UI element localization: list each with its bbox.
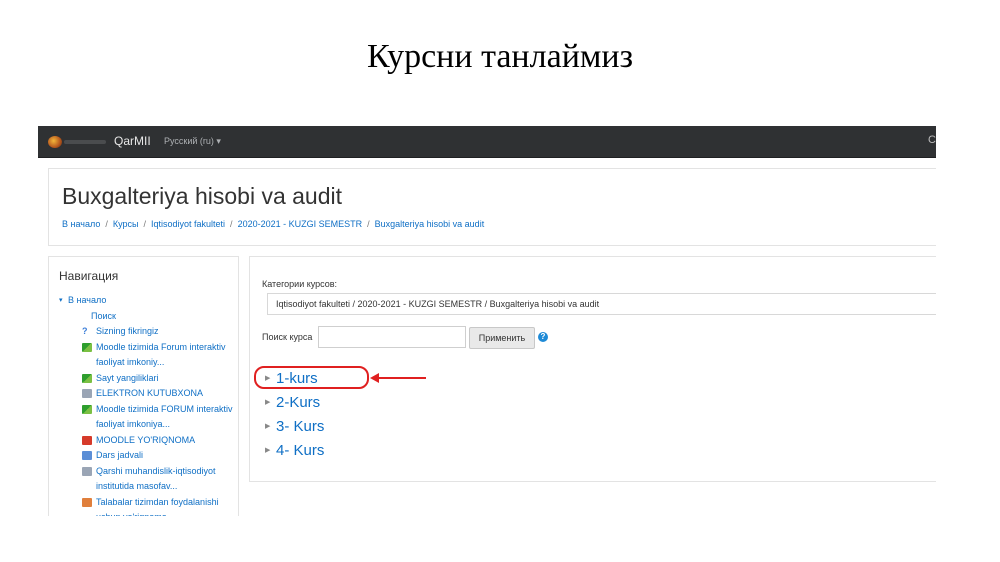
page-title: Buxgalteriya hisobi va audit — [62, 183, 342, 209]
moodle-screenshot: QarMII Русский (ru) ▾ C Buxgalteriya his… — [38, 126, 936, 516]
file-icon — [82, 389, 92, 398]
navigation-list: ▾ В начало Поиск ? Sizning fikringiz Moo… — [59, 293, 235, 516]
breadcrumb-home[interactable]: В начало — [62, 219, 100, 229]
nav-item-forum-2[interactable]: Moodle tizimida FORUM interaktiv faoliya… — [59, 402, 235, 433]
site-logo[interactable] — [48, 135, 106, 149]
category-label: Категории курсов: — [262, 279, 338, 289]
navigation-block: Навигация ▾ В начало Поиск ? Sizning fik… — [48, 256, 239, 516]
site-brand[interactable]: QarMII — [114, 134, 151, 148]
nav-item-forum[interactable]: Moodle tizimida Forum interaktiv faoliya… — [59, 340, 235, 371]
navbar-right-item[interactable]: C — [928, 134, 936, 146]
file-icon — [82, 466, 92, 476]
forum-icon — [82, 373, 92, 383]
nav-item-schedule[interactable]: Dars jadvali — [59, 448, 235, 464]
breadcrumb: В начало / Курсы / Iqtisodiyot fakulteti/202… — [62, 219, 485, 229]
breadcrumb-courses[interactable]: Курсы — [113, 219, 139, 229]
forum-icon — [82, 404, 92, 414]
course-header: Buxgalteriya hisobi va audit В начало / Ку… — [48, 168, 936, 246]
course-item-4[interactable]: ▶ 4- Kurs — [265, 438, 324, 462]
breadcrumb-semester[interactable]: 2020-2021 - KUZGI SEMESTR — [238, 219, 363, 229]
breadcrumb-course[interactable]: Buxgalteriya hisobi va audit — [375, 219, 485, 229]
nav-item-student-guide[interactable]: Talabalar tizimdan foydalanishi uchun yo… — [59, 495, 235, 516]
help-icon[interactable]: ? — [538, 332, 548, 342]
arrow-left-icon — [370, 373, 426, 383]
slide-title: Курсни танлаймиз — [366, 38, 634, 75]
help-icon: ? — [82, 326, 88, 336]
category-select[interactable]: Iqtisodiyot fakulteti / 2020-2021 - KUZG… — [267, 293, 936, 315]
pdf-icon — [82, 435, 92, 445]
expand-triangle-icon: ▶ — [265, 447, 271, 454]
highlight-outline — [254, 366, 369, 389]
chevron-down-icon: ▾ — [59, 297, 63, 304]
expand-triangle-icon: ▶ — [265, 423, 271, 430]
course-search-input[interactable] — [318, 326, 466, 348]
navigation-heading: Навигация — [59, 269, 119, 283]
nav-item-distance[interactable]: Qarshi muhandislik-iqtisodiyot instituti… — [59, 464, 235, 495]
nav-item-library[interactable]: ELEKTRON KUTUBXONA — [59, 386, 235, 402]
apply-button[interactable]: Применить — [469, 327, 535, 349]
document-icon — [82, 497, 92, 507]
language-menu[interactable]: Русский (ru) ▾ — [164, 136, 221, 147]
course-item-2[interactable]: ▶ 2-Kurs — [265, 390, 324, 414]
breadcrumb-faculty[interactable]: Iqtisodiyot fakulteti — [151, 219, 225, 229]
course-item-3[interactable]: ▶ 3- Kurs — [265, 414, 324, 438]
logo-emblem-icon — [48, 136, 62, 148]
top-navbar: QarMII Русский (ru) ▾ C — [38, 126, 936, 158]
folder-icon — [82, 451, 92, 460]
nav-item-feedback[interactable]: ? Sizning fikringiz — [59, 324, 235, 340]
expand-triangle-icon: ▶ — [265, 399, 271, 406]
nav-item-manual[interactable]: MOODLE YO'RIQNOMA — [59, 433, 235, 449]
forum-icon — [82, 342, 92, 352]
course-search-label: Поиск курса — [262, 332, 313, 342]
nav-item-news[interactable]: Sayt yangiliklari — [59, 371, 235, 387]
nav-item-home[interactable]: ▾ В начало — [59, 293, 235, 309]
nav-item-search[interactable]: Поиск — [59, 309, 235, 325]
